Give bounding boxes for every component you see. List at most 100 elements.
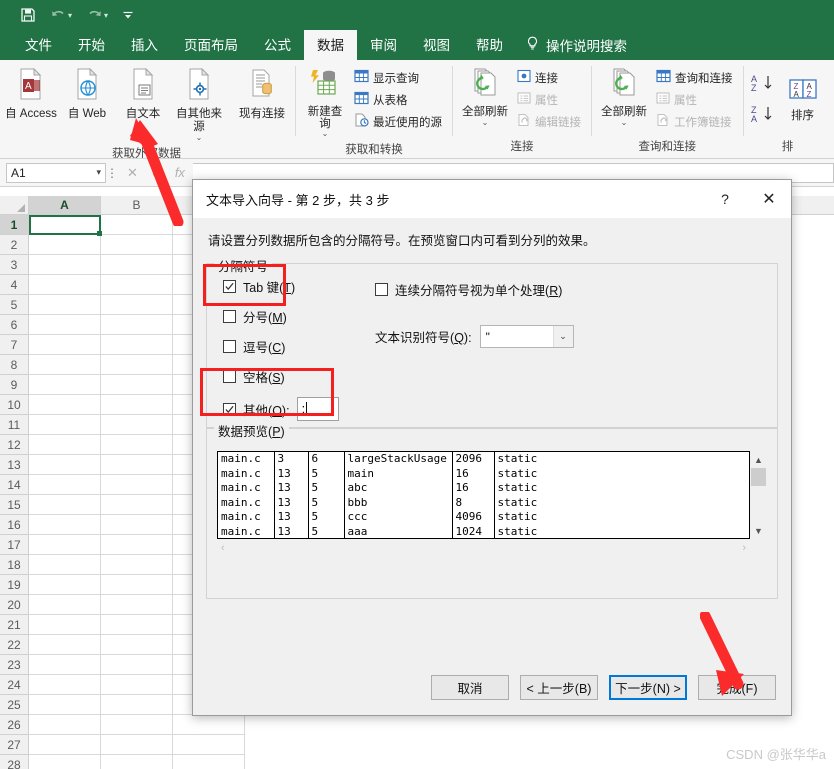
cell-B11[interactable] [101, 415, 173, 435]
tab-formulas[interactable]: 公式 [251, 30, 304, 60]
tab-review[interactable]: 审阅 [357, 30, 410, 60]
checkbox-space[interactable]: 空格(S) [223, 367, 351, 386]
cell-A26[interactable] [29, 715, 101, 735]
tab-data[interactable]: 数据 [304, 30, 357, 60]
chevron-down-icon[interactable]: ⌄ [482, 119, 489, 127]
cell-B16[interactable] [101, 515, 173, 535]
row-header[interactable]: 27 [0, 735, 29, 755]
chevron-down-icon[interactable]: ⌄ [552, 326, 573, 347]
cell-B8[interactable] [101, 355, 173, 375]
cell-A19[interactable] [29, 575, 101, 595]
cell-B1[interactable] [101, 215, 173, 235]
close-icon[interactable]: ✕ [747, 180, 791, 218]
cell-C26[interactable] [173, 715, 245, 735]
cell-A8[interactable] [29, 355, 101, 375]
ribbon-button-show-queries[interactable]: 显示查询 [350, 67, 446, 88]
chevron-right-icon[interactable]: › [742, 542, 746, 554]
cell-B17[interactable] [101, 535, 173, 555]
cell-A14[interactable] [29, 475, 101, 495]
cell-B28[interactable] [101, 755, 173, 769]
cancel-icon[interactable]: ✕ [127, 165, 138, 181]
undo-icon[interactable]: ▾ [50, 8, 72, 23]
cell-A24[interactable] [29, 675, 101, 695]
ribbon-button-sort[interactable]: ZAAZ 排序 [780, 75, 826, 126]
row-header[interactable]: 21 [0, 615, 29, 635]
cell-A18[interactable] [29, 555, 101, 575]
checkbox-box[interactable] [223, 340, 236, 353]
ribbon-button-recent-sources[interactable]: 最近使用的源 [350, 111, 446, 132]
cell-B3[interactable] [101, 255, 173, 275]
cell-B9[interactable] [101, 375, 173, 395]
row-header[interactable]: 7 [0, 335, 29, 355]
row-header[interactable]: 24 [0, 675, 29, 695]
cell-B24[interactable] [101, 675, 173, 695]
chevron-up-icon[interactable]: ▲ [750, 451, 767, 468]
cell-B27[interactable] [101, 735, 173, 755]
cell-B19[interactable] [101, 575, 173, 595]
text-qualifier-select[interactable]: " ⌄ [479, 325, 574, 348]
cell-B18[interactable] [101, 555, 173, 575]
chevron-down-icon[interactable]: ▼ [750, 522, 767, 539]
row-header[interactable]: 14 [0, 475, 29, 495]
ribbon-button-queries-and-connections[interactable]: 查询和连接 [652, 67, 737, 88]
row-header[interactable]: 26 [0, 715, 29, 735]
column-header-a[interactable]: A [29, 196, 101, 214]
tab-home[interactable]: 开始 [65, 30, 118, 60]
cell-A21[interactable] [29, 615, 101, 635]
row-header[interactable]: 22 [0, 635, 29, 655]
row-header[interactable]: 19 [0, 575, 29, 595]
cell-B22[interactable] [101, 635, 173, 655]
row-header[interactable]: 10 [0, 395, 29, 415]
cell-A5[interactable] [29, 295, 101, 315]
cell-B6[interactable] [101, 315, 173, 335]
row-header[interactable]: 2 [0, 235, 29, 255]
ribbon-button-connections[interactable]: 连接 [513, 67, 585, 88]
cell-B20[interactable] [101, 595, 173, 615]
cell-A7[interactable] [29, 335, 101, 355]
sort-ascending-icon[interactable]: AZ [750, 73, 776, 98]
row-header[interactable]: 9 [0, 375, 29, 395]
cell-B15[interactable] [101, 495, 173, 515]
cell-B2[interactable] [101, 235, 173, 255]
cell-A10[interactable] [29, 395, 101, 415]
row-header[interactable]: 18 [0, 555, 29, 575]
cell-A22[interactable] [29, 635, 101, 655]
cell-B7[interactable] [101, 335, 173, 355]
cell-B26[interactable] [101, 715, 173, 735]
sort-descending-icon[interactable]: ZA [750, 104, 776, 129]
cell-B12[interactable] [101, 435, 173, 455]
checkbox-box[interactable] [223, 402, 236, 416]
cell-A4[interactable] [29, 275, 101, 295]
cell-A28[interactable] [29, 755, 101, 769]
row-header[interactable]: 5 [0, 295, 29, 315]
checkbox-box[interactable] [375, 283, 388, 296]
checkbox-other[interactable]: 其他(O): [223, 400, 290, 419]
undo-caret-icon[interactable]: ▾ [68, 11, 72, 20]
ribbon-button-refresh-all[interactable]: 全部刷新 ⌄ [459, 65, 511, 130]
row-header[interactable]: 11 [0, 415, 29, 435]
checkbox-comma[interactable]: 逗号(C) [223, 337, 351, 356]
cell-A2[interactable] [29, 235, 101, 255]
redo-caret-icon[interactable]: ▾ [104, 11, 108, 20]
cell-B21[interactable] [101, 615, 173, 635]
cell-A13[interactable] [29, 455, 101, 475]
row-header[interactable]: 28 [0, 755, 29, 769]
tab-file[interactable]: 文件 [12, 30, 65, 60]
help-icon[interactable]: ? [703, 180, 747, 218]
finish-button[interactable]: 完成(F) [698, 674, 776, 700]
row-header[interactable]: 15 [0, 495, 29, 515]
cell-A23[interactable] [29, 655, 101, 675]
column-header-b[interactable]: B [101, 196, 173, 214]
checkbox-semicolon[interactable]: 分号(M) [223, 307, 351, 326]
row-header[interactable]: 23 [0, 655, 29, 675]
row-header[interactable]: 17 [0, 535, 29, 555]
row-header[interactable]: 12 [0, 435, 29, 455]
chevron-down-icon[interactable]: ▾ [96, 167, 101, 178]
cell-A6[interactable] [29, 315, 101, 335]
chevron-down-icon[interactable]: ⌄ [322, 130, 329, 138]
cell-B10[interactable] [101, 395, 173, 415]
ribbon-button-from-table[interactable]: 从表格 [350, 89, 446, 110]
row-header[interactable]: 8 [0, 355, 29, 375]
chevron-down-icon[interactable]: ⌄ [196, 134, 203, 142]
cell-A12[interactable] [29, 435, 101, 455]
